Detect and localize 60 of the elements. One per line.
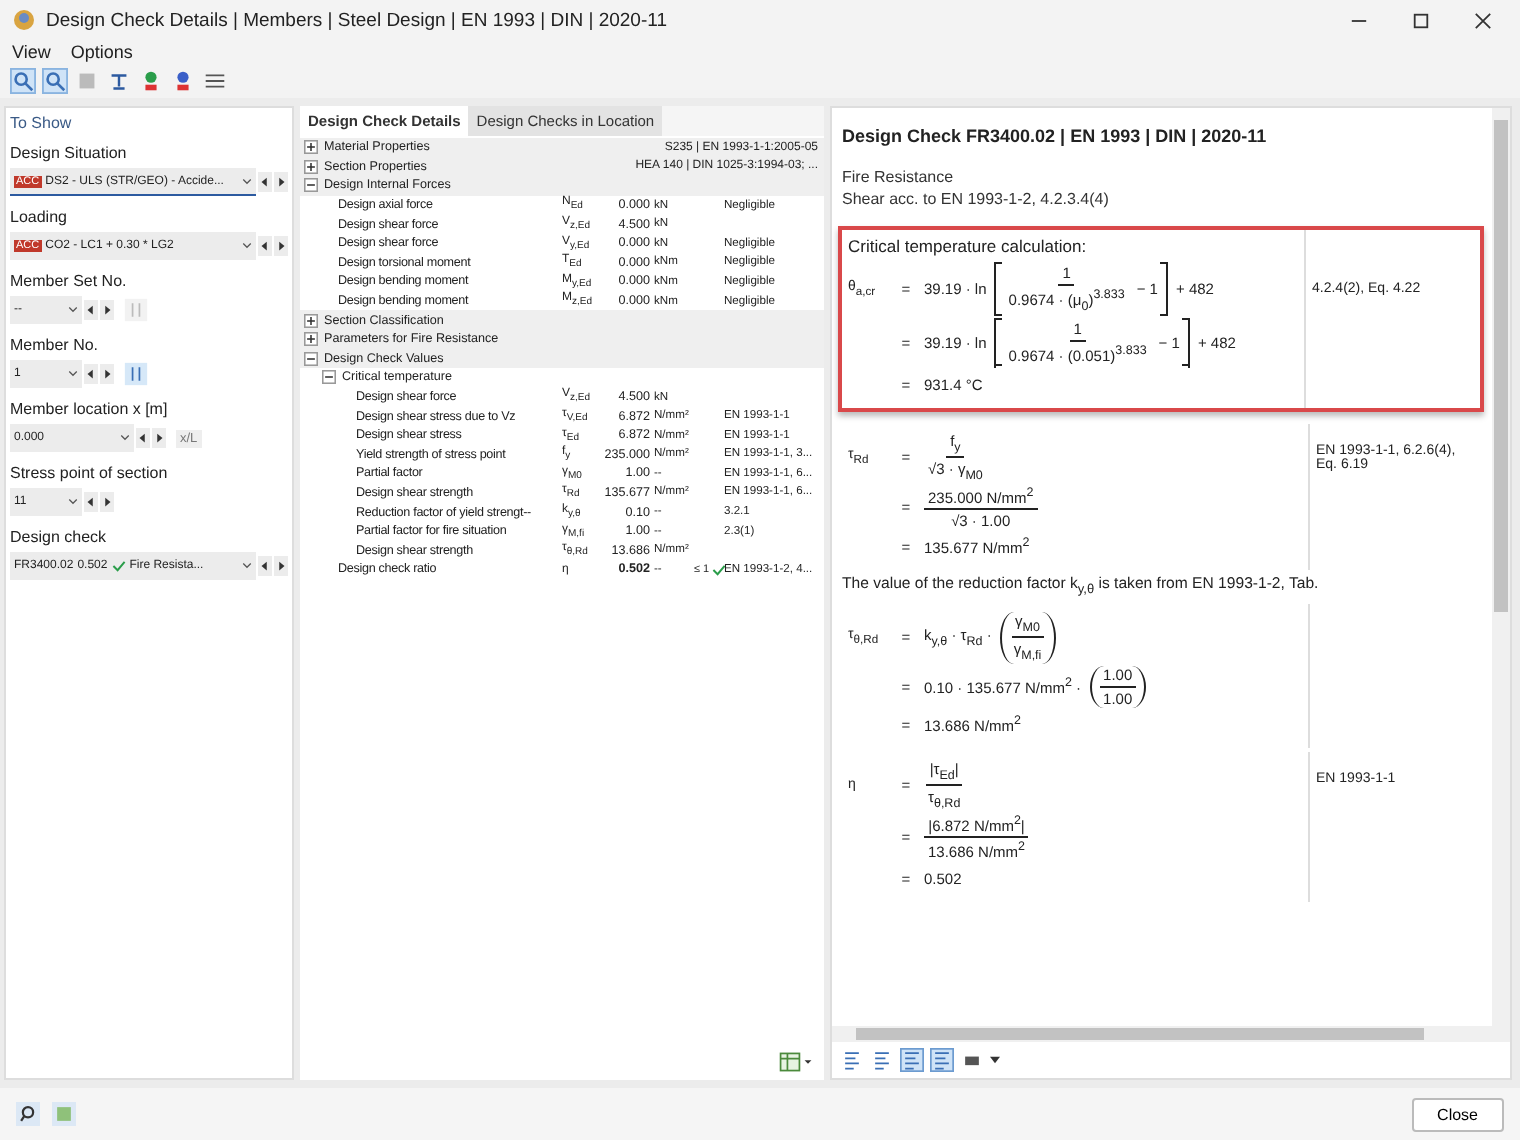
report-view-icon[interactable] bbox=[930, 1048, 954, 1072]
calculation-caption: Critical temperature calculation: bbox=[848, 236, 1089, 256]
next-icon[interactable] bbox=[152, 428, 166, 448]
report-view-icon[interactable] bbox=[870, 1048, 894, 1072]
expander-icon[interactable] bbox=[322, 370, 336, 385]
expander-icon[interactable] bbox=[304, 178, 318, 193]
toolbar-icon[interactable] bbox=[10, 68, 36, 94]
report-view-icon[interactable] bbox=[840, 1048, 864, 1072]
report-title: Design Check FR3400.02 | EN 1993 | DIN | 2020-11 bbox=[842, 126, 1269, 146]
panel-title: To Show bbox=[10, 114, 74, 132]
next-icon[interactable] bbox=[100, 492, 114, 512]
previous-icon[interactable] bbox=[258, 556, 272, 576]
app-icon bbox=[12, 8, 36, 32]
next-icon[interactable] bbox=[274, 236, 288, 256]
report-subtitle: Shear acc. to EN 1993-1-2, 4.2.3.4(4) bbox=[842, 188, 1111, 210]
previous-icon[interactable] bbox=[84, 364, 98, 384]
expander-icon[interactable] bbox=[304, 351, 318, 366]
search-icon[interactable] bbox=[16, 1102, 40, 1126]
next-icon[interactable] bbox=[274, 556, 288, 576]
close-button[interactable]: Close bbox=[1411, 1097, 1504, 1131]
chevron-icon bbox=[68, 306, 78, 314]
report-subtitle: Fire Resistance bbox=[842, 166, 956, 188]
previous-icon[interactable] bbox=[258, 236, 272, 256]
maximize-icon[interactable] bbox=[1412, 11, 1430, 29]
next-icon[interactable] bbox=[100, 364, 114, 384]
chevron-icon bbox=[242, 177, 252, 185]
vertical-scrollbar[interactable] bbox=[1492, 108, 1510, 1026]
horizontal-scrollbar[interactable] bbox=[832, 1026, 1510, 1042]
field-label: Member Set No. bbox=[10, 272, 129, 290]
report-view-icon[interactable] bbox=[900, 1048, 924, 1072]
expander-icon[interactable] bbox=[304, 159, 318, 174]
field-label: Member location x [m] bbox=[10, 400, 170, 418]
chevron-icon bbox=[68, 370, 78, 378]
chevron-icon bbox=[68, 498, 78, 506]
previous-icon[interactable] bbox=[84, 492, 98, 512]
chevron-icon bbox=[120, 434, 130, 442]
previous-icon[interactable] bbox=[136, 428, 150, 448]
pick-member-icon[interactable] bbox=[124, 362, 148, 386]
menu-item[interactable]: View bbox=[12, 42, 51, 62]
next-icon[interactable] bbox=[100, 300, 114, 320]
field-label: Design check bbox=[10, 528, 109, 546]
window-title: Design Check Details | Members | Steel Design | EN 1993 | DIN | 2020-11 bbox=[46, 9, 669, 31]
field-label: Stress point of section bbox=[10, 464, 170, 482]
expander-icon[interactable] bbox=[304, 313, 318, 328]
chevron-icon bbox=[242, 562, 252, 570]
field-label: Member No. bbox=[10, 336, 101, 354]
previous-icon[interactable] bbox=[258, 172, 272, 192]
next-icon[interactable] bbox=[274, 172, 288, 192]
export-table-icon[interactable] bbox=[778, 1050, 814, 1074]
menu-item[interactable]: Options bbox=[70, 42, 133, 62]
field-label: Loading bbox=[10, 208, 69, 226]
expander-icon[interactable] bbox=[304, 332, 318, 347]
field-label: Design Situation bbox=[10, 144, 129, 162]
previous-icon[interactable] bbox=[84, 300, 98, 320]
caret-icon[interactable] bbox=[990, 1056, 1000, 1064]
chevron-icon bbox=[242, 242, 252, 250]
expander-icon[interactable] bbox=[304, 140, 318, 155]
toolbar-icon[interactable] bbox=[106, 68, 132, 94]
close-icon[interactable] bbox=[1474, 11, 1492, 29]
toolbar-icon[interactable] bbox=[42, 68, 68, 94]
